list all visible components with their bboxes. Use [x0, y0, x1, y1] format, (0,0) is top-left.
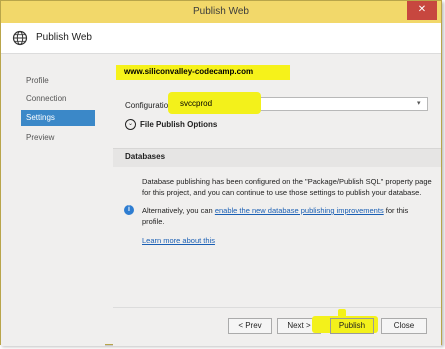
close-button[interactable]: Close: [381, 318, 427, 334]
footer-divider: [113, 307, 441, 308]
prev-button[interactable]: < Prev: [228, 318, 272, 334]
file-publish-options-toggle[interactable]: File Publish Options: [140, 120, 217, 129]
expand-chevron-icon[interactable]: ⌄: [125, 119, 136, 130]
alternative-text: Alternatively, you can enable the new da…: [142, 205, 412, 227]
database-info-text: Database publishing has been configured …: [142, 177, 432, 197]
nav-item-profile[interactable]: Profile: [21, 73, 105, 89]
wizard-nav: Profile Connection Settings Preview: [1, 54, 122, 346]
info-icon: i: [124, 205, 134, 215]
publish-highlight-mark: [338, 309, 346, 318]
globe-icon: [12, 30, 28, 46]
site-url: www.siliconvalley-codecamp.com: [124, 67, 254, 76]
enable-db-improvements-link[interactable]: enable the new database publishing impro…: [215, 206, 384, 215]
dialog-header: Publish Web: [1, 23, 441, 54]
nav-item-preview[interactable]: Preview: [21, 130, 105, 146]
title-bar: Publish Web ✕: [1, 1, 441, 23]
databases-heading: Databases: [125, 152, 166, 161]
nav-item-settings[interactable]: Settings: [21, 110, 122, 126]
settings-panel: www.siliconvalley-codecamp.com Configura…: [113, 54, 441, 346]
nav-item-settings-label: Settings: [26, 113, 55, 122]
publish-web-dialog: Publish Web ✕ Publish Web Profile Connec…: [0, 0, 442, 346]
alternative-prefix: Alternatively, you can: [142, 206, 215, 215]
window-close-button[interactable]: ✕: [407, 1, 437, 20]
window-title: Publish Web: [193, 6, 249, 17]
nav-item-connection[interactable]: Connection: [21, 91, 105, 107]
chevron-down-icon[interactable]: ▾: [417, 99, 421, 107]
learn-more-link[interactable]: Learn more about this: [142, 236, 215, 245]
configuration-value: svccprod: [180, 99, 213, 108]
publish-button[interactable]: Publish: [330, 318, 374, 334]
dialog-header-title: Publish Web: [36, 32, 92, 43]
